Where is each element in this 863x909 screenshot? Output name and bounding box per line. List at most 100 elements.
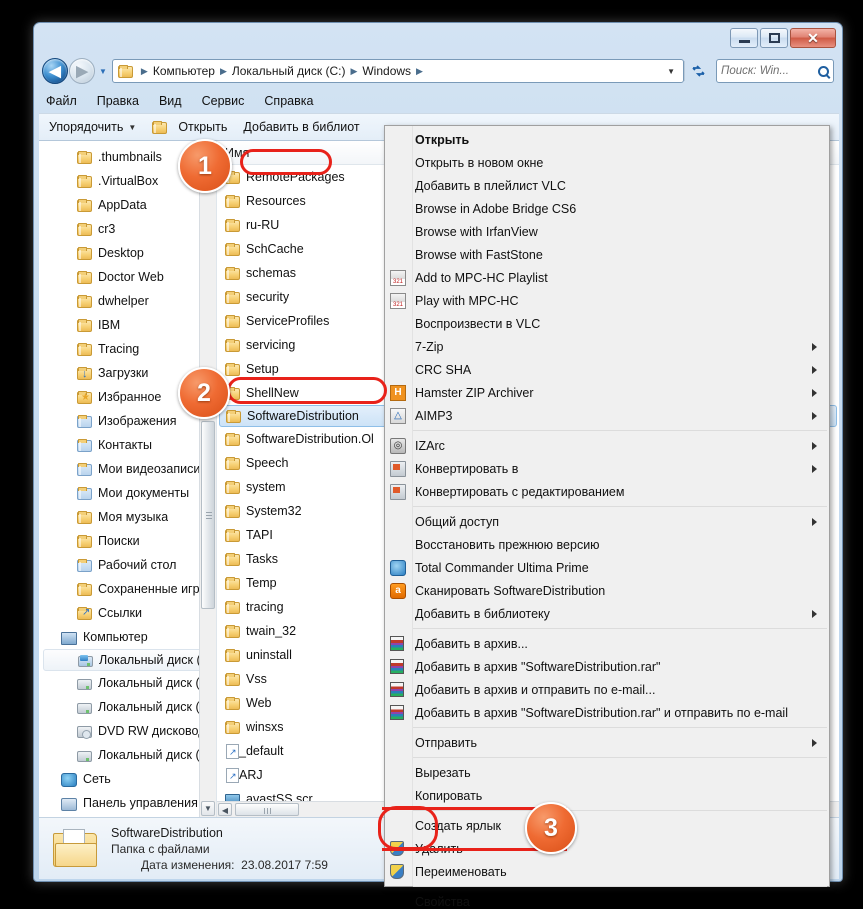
context-menu-item[interactable]: Добавить в библиотеку	[385, 602, 829, 625]
context-menu-item-label: Добавить в архив...	[415, 636, 528, 651]
nav-tree-item[interactable]: Компьютер	[39, 625, 216, 649]
context-menu-item[interactable]: CRC SHA	[385, 358, 829, 381]
nav-tree-item[interactable]: Локальный диск (	[43, 649, 212, 671]
context-menu-item[interactable]: Открыть в новом окне	[385, 151, 829, 174]
context-menu-item[interactable]: Browse in Adobe Bridge CS6	[385, 197, 829, 220]
filelist-scroll-thumb[interactable]	[235, 803, 299, 816]
nav-tree-item[interactable]: Desktop	[39, 241, 216, 265]
nav-tree-item[interactable]: Мои документы	[39, 481, 216, 505]
nav-tree-item[interactable]: Контакты	[39, 433, 216, 457]
search-input[interactable]: Поиск: Win...	[721, 65, 818, 77]
nav-tree-item[interactable]: Панель управления	[39, 791, 216, 815]
menu-tools[interactable]: Сервис	[202, 94, 245, 108]
context-menu-separator	[413, 757, 827, 758]
back-button[interactable]: ◀	[42, 58, 68, 84]
folder-icon	[225, 363, 240, 376]
scroll-left-button[interactable]: ◀	[218, 803, 232, 816]
context-menu-item[interactable]: Копировать	[385, 784, 829, 807]
nav-tree-item[interactable]: Локальный диск (	[39, 695, 216, 719]
organize-label: Упорядочить	[49, 120, 124, 134]
nav-tree-item[interactable]: Локальный диск (	[39, 671, 216, 695]
organize-button[interactable]: Упорядочить ▼	[49, 120, 136, 134]
close-button[interactable]: ✕	[790, 28, 836, 48]
context-menu-item-label: Browse in Adobe Bridge CS6	[415, 201, 577, 216]
nav-tree-item[interactable]: Мои видеозаписи	[39, 457, 216, 481]
breadcrumb-windows[interactable]: Windows	[359, 63, 414, 79]
maximize-button[interactable]	[760, 28, 788, 48]
context-menu-item[interactable]: Переименовать	[385, 860, 829, 883]
navpane-scroll-thumb[interactable]	[201, 421, 215, 609]
nav-tree-item[interactable]: cr3	[39, 217, 216, 241]
nav-tree-item[interactable]: Рабочий стол	[39, 553, 216, 577]
menu-file[interactable]: Файл	[46, 94, 77, 108]
nav-tree-item[interactable]: DVD RW дисковод	[39, 719, 216, 743]
context-menu-item[interactable]: Вырезать	[385, 761, 829, 784]
context-menu-item[interactable]: Добавить в архив и отправить по e-mail..…	[385, 678, 829, 701]
context-menu-item-label: Browse with FastStone	[415, 247, 543, 262]
context-menu-item-label: AIMP3	[415, 408, 453, 423]
context-menu-item[interactable]: Отправить	[385, 731, 829, 754]
context-menu-item-label: Воспроизвести в VLC	[415, 316, 541, 331]
context-menu-item[interactable]: Открыть	[385, 128, 829, 151]
context-menu-item[interactable]: Browse with FastStone	[385, 243, 829, 266]
nav-tree-item[interactable]: Ссылки	[39, 601, 216, 625]
context-menu-item[interactable]: AIMP3	[385, 404, 829, 427]
add-to-library-button[interactable]: Добавить в библиот	[243, 120, 359, 134]
context-menu-item[interactable]: Воспроизвести в VLC	[385, 312, 829, 335]
menu-help[interactable]: Справка	[264, 94, 313, 108]
breadcrumb-local-disk[interactable]: Локальный диск (C:)	[229, 63, 349, 79]
nav-tree-item[interactable]: Моя музыка	[39, 505, 216, 529]
nav-tree-item[interactable]: IBM	[39, 313, 216, 337]
izarc-icon	[390, 438, 406, 454]
scroll-down-button[interactable]: ▼	[201, 801, 215, 816]
context-menu-item[interactable]: Конвертировать в	[385, 457, 829, 480]
nav-tree-item[interactable]: dwhelper	[39, 289, 216, 313]
refresh-button[interactable]	[685, 64, 711, 78]
minimize-button[interactable]	[730, 28, 758, 48]
context-menu-item[interactable]: Свойства	[385, 890, 829, 909]
breadcrumb-computer[interactable]: Компьютер	[150, 63, 218, 79]
menu-edit[interactable]: Правка	[97, 94, 139, 108]
nav-tree-item[interactable]: Поиски	[39, 529, 216, 553]
nav-tree-item[interactable]: AppData	[39, 193, 216, 217]
nav-tree-item-label: Контакты	[98, 438, 152, 452]
context-menu[interactable]: Открыть Открыть в новом окне Добавить в пл…	[384, 125, 830, 909]
context-menu-item[interactable]: Добавить в архив "SoftwareDistribution.r…	[385, 701, 829, 724]
context-menu-item[interactable]: Add to MPC-HC Playlist	[385, 266, 829, 289]
context-menu-item[interactable]: Создать ярлык	[385, 814, 829, 837]
context-menu-item[interactable]: Общий доступ	[385, 510, 829, 533]
nav-tree-item-label: .VirtualBox	[98, 174, 159, 188]
context-menu-item[interactable]: Добавить в архив...	[385, 632, 829, 655]
folder-icon	[225, 219, 240, 232]
context-menu-item[interactable]: Добавить в плейлист VLC	[385, 174, 829, 197]
context-menu-item[interactable]: Сканировать SoftwareDistribution	[385, 579, 829, 602]
search-box[interactable]: Поиск: Win...	[716, 59, 834, 83]
submenu-arrow-icon	[812, 610, 817, 618]
context-menu-item[interactable]: Total Commander Ultima Prime	[385, 556, 829, 579]
forward-button[interactable]: ▶	[69, 58, 95, 84]
nav-tree-item[interactable]: Локальный диск (	[39, 743, 216, 767]
nav-tree-item[interactable]: Сохраненные игры	[39, 577, 216, 601]
context-menu-item[interactable]: Browse with IrfanView	[385, 220, 829, 243]
address-dropdown-icon[interactable]: ▼	[667, 67, 681, 76]
nav-tree-item[interactable]: Сеть	[39, 767, 216, 791]
nav-tree-item[interactable]: Tracing	[39, 337, 216, 361]
context-menu-item-label: Открыть	[415, 132, 470, 147]
context-menu-item[interactable]: Hamster ZIP Archiver	[385, 381, 829, 404]
context-menu-item-label: Добавить в плейлист VLC	[415, 178, 566, 193]
context-menu-item[interactable]: Play with MPC-HC	[385, 289, 829, 312]
context-menu-item[interactable]: Добавить в архив "SoftwareDistribution.r…	[385, 655, 829, 678]
folder-icon	[225, 195, 240, 208]
title-bar[interactable]: ✕	[34, 23, 842, 53]
navigation-pane[interactable]: .thumbnails .VirtualBox AppData cr3 Desktop D…	[39, 141, 217, 817]
menu-view[interactable]: Вид	[159, 94, 182, 108]
navpane-scrollbar[interactable]: ▲ ▼	[199, 141, 216, 817]
context-menu-item[interactable]: 7-Zip	[385, 335, 829, 358]
history-dropdown-icon[interactable]: ▼	[99, 67, 107, 76]
nav-tree-item[interactable]: Doctor Web	[39, 265, 216, 289]
open-button[interactable]: Открыть	[152, 120, 227, 134]
address-bar[interactable]: ▶ Компьютер ▶ Локальный диск (C:) ▶ Wind…	[111, 59, 684, 83]
context-menu-item[interactable]: IZArc	[385, 434, 829, 457]
context-menu-item[interactable]: Конвертировать с редактированием	[385, 480, 829, 503]
context-menu-item[interactable]: Восстановить прежнюю версию	[385, 533, 829, 556]
